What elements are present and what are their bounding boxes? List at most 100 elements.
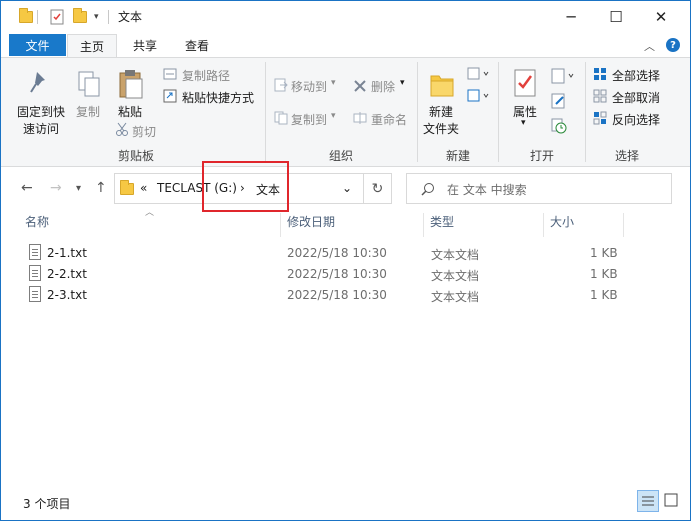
move-to-label[interactable]: 移动到 (291, 78, 327, 95)
address-overflow[interactable]: « (140, 181, 147, 195)
new-item-icon[interactable] (467, 67, 491, 84)
file-size: 1 KB (590, 246, 618, 260)
select-all-icon[interactable] (593, 67, 607, 84)
delete-icon[interactable] (353, 79, 367, 96)
column-separator[interactable] (543, 213, 544, 237)
open-icon[interactable] (551, 68, 575, 87)
tab-file[interactable]: 文件 (9, 34, 66, 56)
properties-icon[interactable] (513, 69, 537, 100)
select-none-icon[interactable] (593, 89, 607, 106)
tab-view[interactable]: 查看 (173, 34, 221, 57)
ribbon-home: 固定到快 速访问 复制 粘贴 复制路径 粘贴快捷方式 剪切 剪贴板 移动到 ▾ (1, 57, 690, 167)
file-size: 1 KB (590, 267, 618, 281)
open-group-label: 打开 (529, 149, 554, 163)
copy-to-icon[interactable] (274, 111, 288, 128)
select-group-label: 选择 (614, 149, 639, 163)
paste-icon[interactable] (117, 68, 145, 103)
copy-label[interactable]: 复制 (76, 103, 100, 120)
file-modified: 2022/5/18 10:30 (287, 288, 387, 302)
file-name[interactable]: 2-3.txt (47, 288, 87, 302)
copy-icon[interactable] (77, 70, 101, 101)
properties-quick-icon[interactable] (49, 8, 65, 26)
organize-group-label: 组织 (328, 149, 353, 163)
move-to-dropdown-icon[interactable]: ▾ (331, 78, 336, 88)
customize-quick-access-icon[interactable]: ▾ (94, 8, 99, 26)
history-icon[interactable] (551, 118, 567, 137)
refresh-button[interactable]: ↻ (364, 173, 392, 204)
help-icon[interactable]: ? (666, 38, 680, 52)
text-file-icon (29, 286, 41, 302)
new-folder-label-line2[interactable]: 文件夹 (423, 120, 459, 137)
tab-share[interactable]: 共享 (121, 34, 169, 57)
copy-path-icon[interactable] (163, 67, 177, 84)
details-view-button[interactable] (637, 490, 659, 512)
group-separator (585, 62, 586, 162)
new-folder-label-line1[interactable]: 新建 (429, 103, 453, 120)
cut-label[interactable]: 剪切 (132, 123, 156, 140)
explorer-window: ▾ 文本 ─ ☐ ✕ 文件 主页 共享 查看 ︿ ? 固定到快 速访问 复制 粘… (0, 0, 691, 521)
highlight-box (202, 161, 289, 212)
properties-dropdown-icon[interactable]: ▾ (521, 118, 526, 128)
new-folder-quick-icon[interactable] (73, 8, 87, 26)
delete-dropdown-icon[interactable]: ▾ (400, 78, 405, 88)
tab-home[interactable]: 主页 (67, 34, 117, 57)
cut-icon[interactable] (115, 122, 129, 139)
edit-icon[interactable] (551, 93, 567, 112)
copy-path-label[interactable]: 复制路径 (182, 67, 230, 84)
search-box[interactable]: 在 文本 中搜索 (406, 173, 672, 204)
invert-selection-icon[interactable] (593, 111, 607, 128)
column-separator[interactable] (280, 213, 281, 237)
large-icons-view-button[interactable] (661, 490, 683, 512)
group-separator (417, 62, 418, 162)
search-placeholder: 在 文本 中搜索 (447, 183, 527, 197)
close-button[interactable]: ✕ (638, 1, 684, 32)
table-row[interactable]: 2-2.txt 2022/5/18 10:30 文本文档 1 KB (21, 264, 621, 285)
column-header-modified[interactable]: 修改日期 (287, 213, 335, 235)
column-header-name[interactable]: 名称 (25, 213, 49, 235)
group-separator (498, 62, 499, 162)
column-separator[interactable] (423, 213, 424, 237)
minimize-button[interactable]: ─ (548, 1, 594, 32)
address-dropdown-icon[interactable]: ⌄ (342, 181, 352, 195)
paste-label[interactable]: 粘贴 (118, 103, 142, 120)
easy-access-icon[interactable] (467, 89, 491, 106)
invert-selection-label[interactable]: 反向选择 (612, 111, 660, 128)
forward-arrow-icon[interactable]: → (50, 180, 62, 196)
delete-label[interactable]: 删除 (371, 78, 395, 95)
large-icons-view-icon (664, 493, 678, 507)
copy-to-label[interactable]: 复制到 (291, 111, 327, 128)
column-header-size[interactable]: 大小 (550, 213, 574, 235)
file-modified: 2022/5/18 10:30 (287, 267, 387, 281)
title-bar: ▾ 文本 ─ ☐ ✕ (1, 1, 690, 32)
pin-icon[interactable] (29, 70, 51, 99)
paste-shortcut-label[interactable]: 粘贴快捷方式 (182, 89, 254, 106)
column-separator[interactable] (623, 213, 624, 237)
refresh-icon: ↻ (371, 180, 384, 197)
table-row[interactable]: 2-1.txt 2022/5/18 10:30 文本文档 1 KB (21, 243, 621, 264)
search-icon (421, 182, 435, 199)
up-arrow-icon[interactable]: ↑ (95, 180, 107, 196)
title-separator (108, 8, 109, 26)
select-none-label[interactable]: 全部取消 (612, 89, 660, 106)
new-folder-icon[interactable] (429, 70, 455, 101)
pin-label-line2[interactable]: 速访问 (23, 120, 59, 137)
copy-to-dropdown-icon[interactable]: ▾ (331, 111, 336, 121)
rename-label[interactable]: 重命名 (371, 111, 407, 128)
file-name[interactable]: 2-2.txt (47, 267, 87, 281)
recent-locations-icon[interactable]: ▾ (76, 183, 81, 194)
rename-icon[interactable] (353, 111, 367, 128)
column-header-type[interactable]: 类型 (430, 213, 454, 235)
back-arrow-icon[interactable]: ← (21, 180, 33, 196)
text-file-icon (29, 265, 41, 281)
table-row[interactable]: 2-3.txt 2022/5/18 10:30 文本文档 1 KB (21, 285, 621, 306)
ribbon-tabs: 文件 主页 共享 查看 ︿ ? (1, 32, 690, 57)
file-name[interactable]: 2-1.txt (47, 246, 87, 260)
paste-shortcut-icon[interactable] (163, 89, 177, 106)
clipboard-group-label: 剪贴板 (117, 149, 154, 163)
file-type: 文本文档 (431, 248, 480, 262)
maximize-button[interactable]: ☐ (593, 1, 639, 32)
move-to-icon[interactable] (274, 78, 288, 95)
pin-label-line1[interactable]: 固定到快 (17, 103, 65, 120)
select-all-label[interactable]: 全部选择 (612, 67, 660, 84)
collapse-ribbon-icon[interactable]: ︿ (644, 38, 655, 54)
